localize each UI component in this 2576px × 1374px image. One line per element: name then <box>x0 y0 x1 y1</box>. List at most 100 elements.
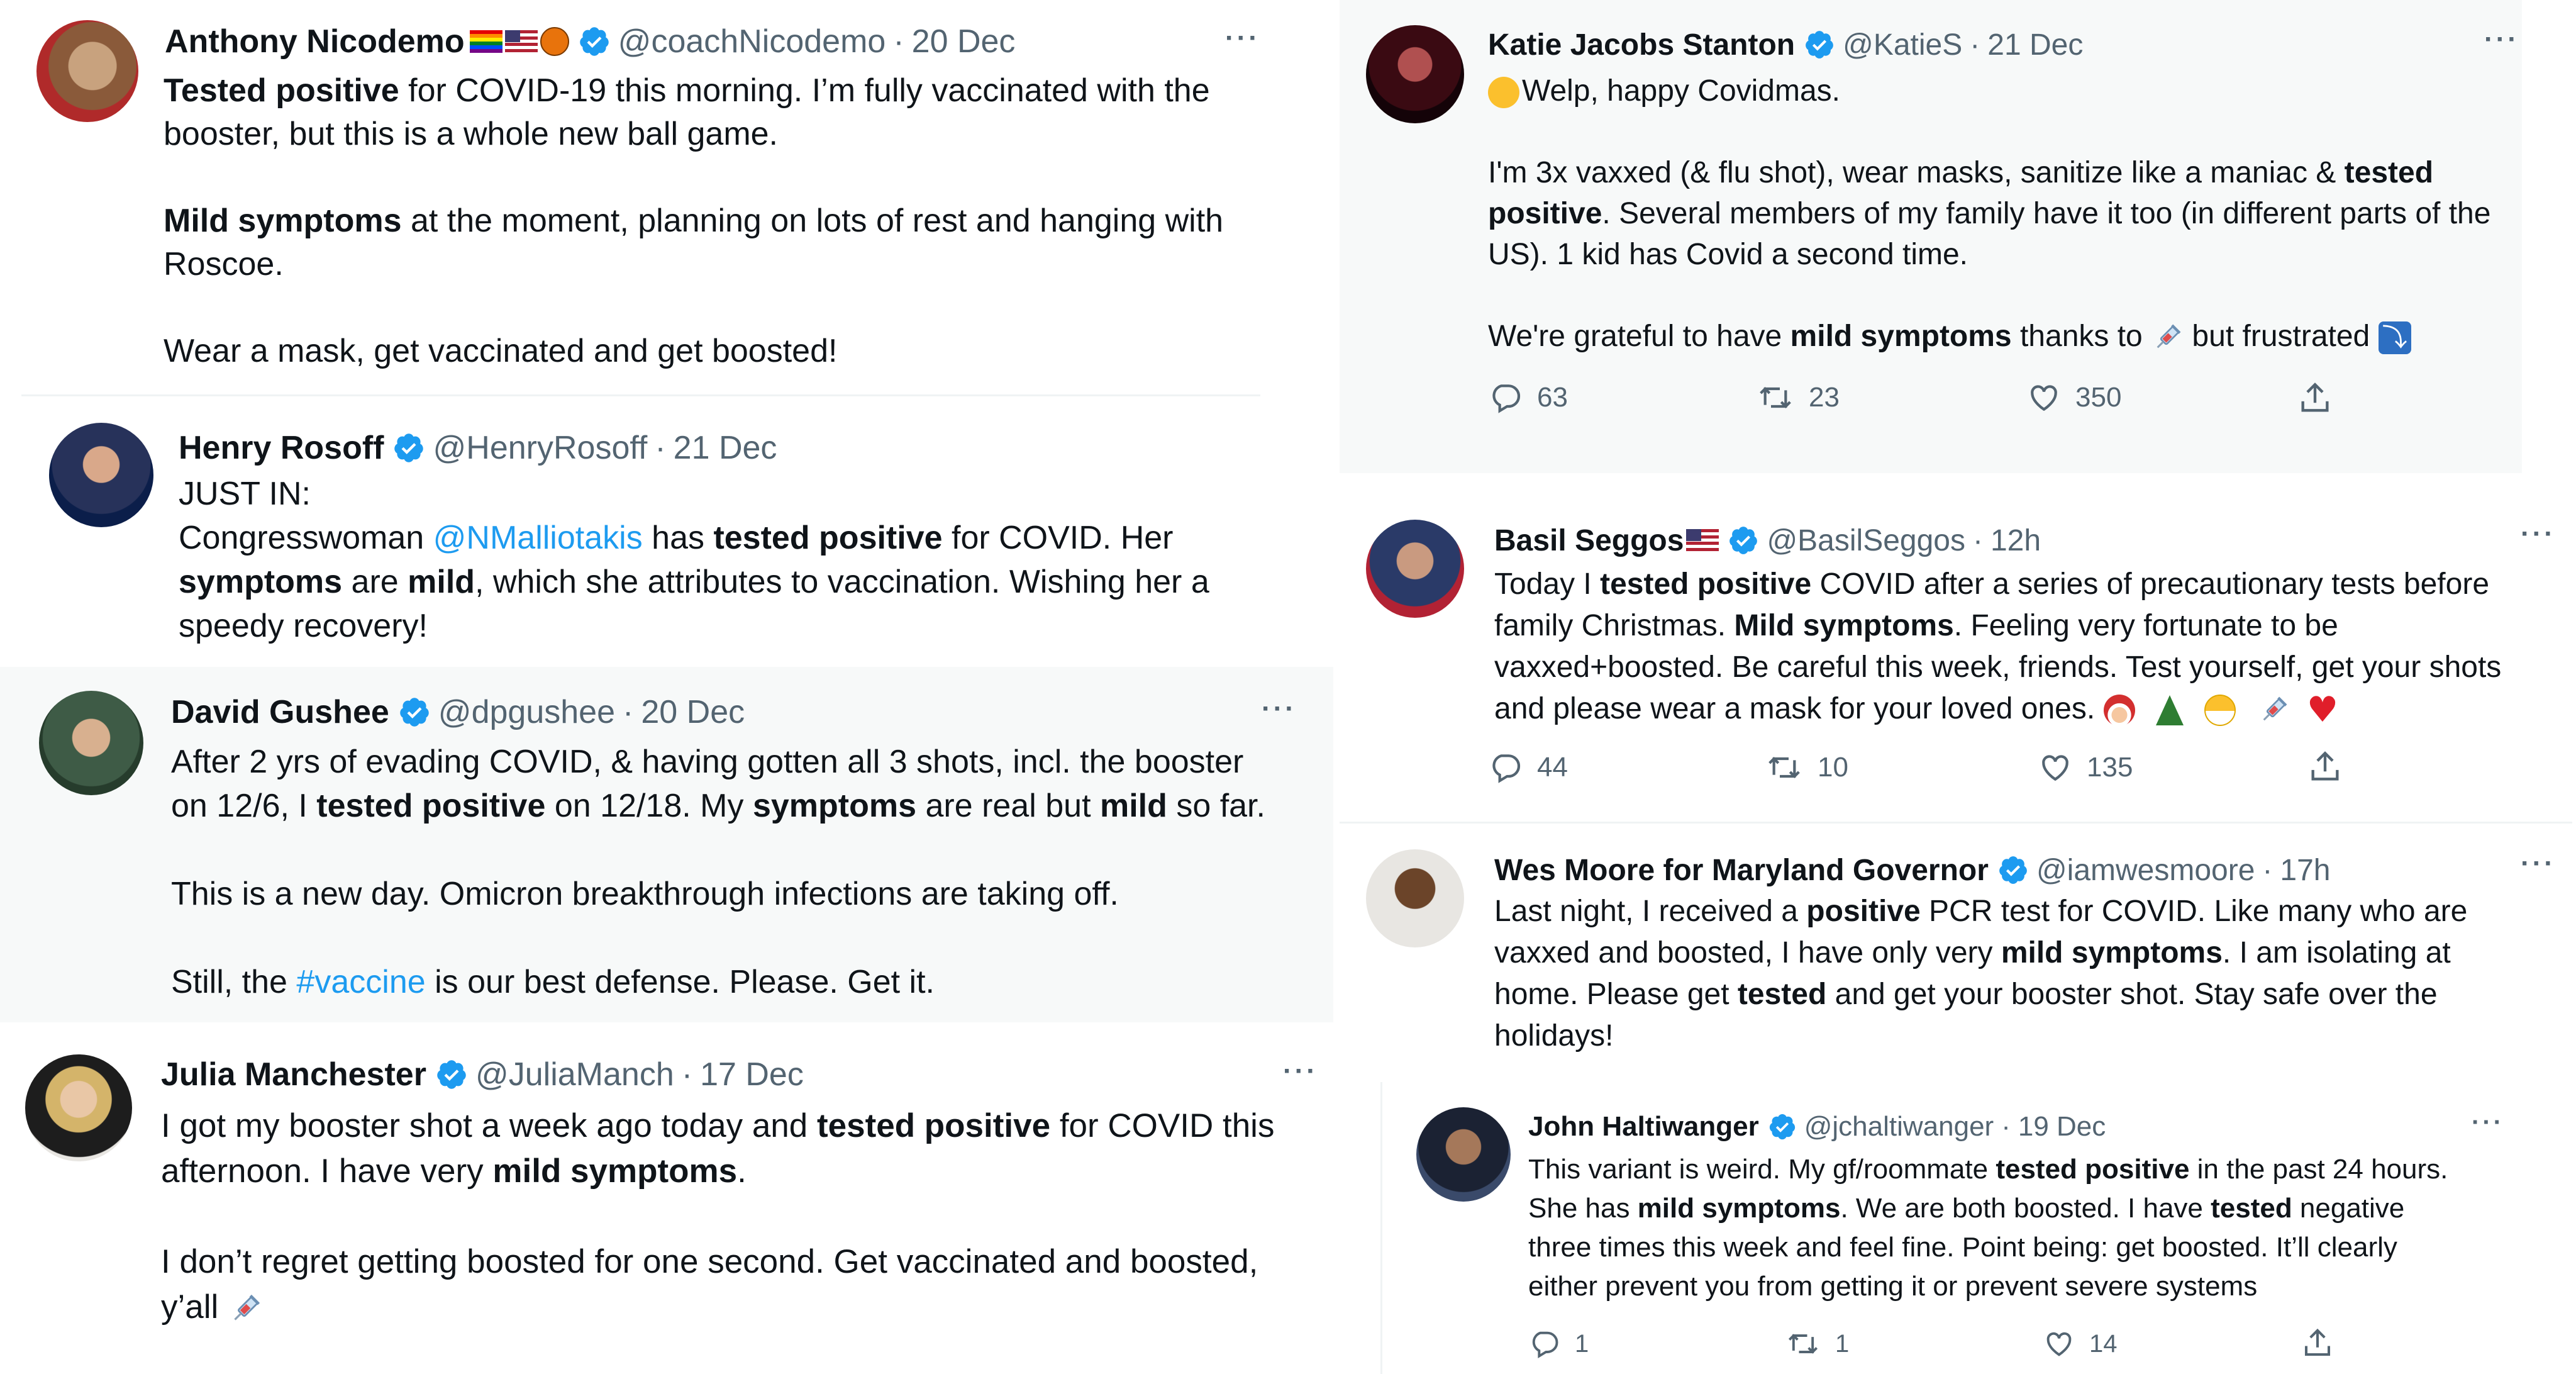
avatar-julia[interactable] <box>25 1054 132 1161</box>
more-options-button[interactable]: ··· <box>2484 24 2519 55</box>
flag-icon <box>1686 529 1719 552</box>
tweet-john[interactable]: John Haltiwanger @jchaltiwanger · 19 Dec… <box>1380 1082 2572 1374</box>
tweet-date[interactable]: 17 Dec <box>700 1056 804 1093</box>
author-name[interactable]: Henry Rosoff <box>179 429 384 467</box>
more-options-button[interactable]: ··· <box>2521 518 2556 550</box>
tweet-katie[interactable]: Katie Jacobs Stanton @KatieS · 21 Dec ··… <box>1340 0 2522 473</box>
more-options-button[interactable]: ··· <box>1225 23 1260 54</box>
share-button[interactable] <box>2301 1326 2334 1360</box>
tweet-anthony[interactable]: Anthony Nicodemo @coachNicodemo · 20 Dec… <box>0 0 1283 396</box>
avatar-anthony[interactable] <box>36 20 138 122</box>
author-handle[interactable]: @jchaltiwanger <box>1804 1111 1994 1142</box>
retweet-icon <box>1785 1327 1821 1360</box>
like-count: 350 <box>2075 382 2122 413</box>
author-handle[interactable]: @KatieS <box>1843 28 1962 62</box>
tweet-text: Welp, happy Covidmas. I'm 3x vaxxed (& f… <box>1488 70 2490 357</box>
retweet-count: 10 <box>1818 752 1848 783</box>
verified-badge-icon <box>1728 525 1759 556</box>
more-options-button[interactable]: ··· <box>1283 1056 1318 1087</box>
mask-face-icon <box>2204 695 2236 727</box>
reply-count: 63 <box>1537 382 1568 413</box>
like-icon <box>2026 380 2062 415</box>
like-icon <box>2043 1327 2075 1360</box>
author-handle[interactable]: @iamwesmoore <box>2036 853 2255 888</box>
tweet-julia[interactable]: Julia Manchester @JuliaManch · 17 Dec ··… <box>0 1027 1340 1374</box>
verified-badge-icon <box>435 1058 468 1091</box>
tweet-david[interactable]: David Gushee @dpgushee · 20 Dec ··· Afte… <box>0 667 1333 1022</box>
author-name[interactable]: Wes Moore for Maryland Governor <box>1494 853 1989 888</box>
flag-icon <box>504 30 538 53</box>
retweet-button[interactable]: 10 <box>1765 750 1848 785</box>
verified-badge-icon <box>1804 29 1835 60</box>
reply-count: 1 <box>1575 1329 1589 1358</box>
reply-button[interactable]: 63 <box>1488 380 1568 415</box>
more-options-button[interactable]: ··· <box>2472 1109 2504 1137</box>
like-count: 14 <box>2089 1329 2118 1358</box>
author-handle[interactable]: @JuliaManch <box>475 1056 674 1093</box>
tweet-wes[interactable]: Wes Moore for Maryland Governor @iamwesm… <box>1340 830 2572 1070</box>
author-name[interactable]: Julia Manchester <box>161 1056 426 1093</box>
more-options-button[interactable]: ··· <box>2521 848 2556 880</box>
tweet-text: Tested positive for COVID-19 this mornin… <box>164 72 1224 369</box>
tweet-date[interactable]: 19 Dec <box>2018 1111 2106 1142</box>
verified-badge-icon <box>392 432 425 464</box>
avatar-katie[interactable] <box>1366 25 1464 123</box>
share-button[interactable] <box>2307 749 2343 785</box>
retweet-button[interactable]: 1 <box>1785 1327 1849 1360</box>
tweet-basil[interactable]: Basil Seggos @BasilSeggos · 12h ··· Toda… <box>1340 497 2572 824</box>
christmas-tree-icon <box>2155 695 2184 726</box>
author-name[interactable]: Anthony Nicodemo <box>165 23 465 60</box>
tweet-date[interactable]: 20 Dec <box>641 693 745 731</box>
tweet-date[interactable]: 17h <box>2280 853 2330 888</box>
verified-badge-icon <box>1768 1112 1797 1141</box>
tweet-text: Today I tested positive COVID after a se… <box>1494 567 2502 731</box>
reply-button[interactable]: 1 <box>1528 1327 1589 1360</box>
share-icon <box>2307 749 2343 785</box>
syringe-icon <box>2257 694 2290 727</box>
retweet-icon <box>1756 380 1795 415</box>
tweet-date[interactable]: 12h <box>1990 523 2041 558</box>
author-handle[interactable]: @BasilSeggos <box>1767 523 1965 558</box>
author-handle[interactable]: @HenryRosoff <box>433 429 647 467</box>
tweet-henry[interactable]: Henry Rosoff @HenryRosoff · 21 Dec JUST … <box>0 398 1283 662</box>
retweet-count: 1 <box>1835 1329 1850 1358</box>
more-options-button[interactable]: ··· <box>1262 693 1297 725</box>
verified-badge-icon <box>1997 854 2029 886</box>
author-name[interactable]: Katie Jacobs Stanton <box>1488 28 1795 62</box>
retweet-icon <box>1765 750 1804 785</box>
share-icon <box>2301 1326 2334 1360</box>
basketball-icon <box>540 27 569 56</box>
reply-icon <box>1488 380 1523 415</box>
mention-link[interactable]: @NMalliotakis <box>433 520 643 556</box>
heart-icon: ♥ <box>2306 690 2339 731</box>
divider <box>21 394 1260 396</box>
author-name[interactable]: David Gushee <box>171 693 389 731</box>
tweet-text: After 2 yrs of evading COVID, & having g… <box>171 744 1265 1000</box>
share-button[interactable] <box>2297 380 2333 416</box>
tweet-date[interactable]: 20 Dec <box>912 23 1016 60</box>
author-handle[interactable]: @coachNicodemo <box>618 23 886 60</box>
reply-button[interactable]: 44 <box>1488 750 1568 785</box>
like-icon <box>2038 750 2073 785</box>
face-screaming-icon <box>1488 77 1519 109</box>
reply-icon <box>1528 1327 1561 1360</box>
avatar-david[interactable] <box>39 691 143 795</box>
like-button[interactable]: 135 <box>2038 750 2133 785</box>
retweet-button[interactable]: 23 <box>1756 380 1840 415</box>
verified-badge-icon <box>398 696 431 729</box>
like-button[interactable]: 350 <box>2026 380 2121 415</box>
syringe-icon <box>2151 321 2184 354</box>
author-name[interactable]: John Haltiwanger <box>1528 1111 1759 1142</box>
hashtag-link[interactable]: #vaccine <box>296 964 425 1000</box>
reply-icon <box>1488 750 1523 785</box>
tweet-text: JUST IN: Congresswoman @NMalliotakis has… <box>179 476 1209 644</box>
avatar-henry[interactable] <box>49 423 153 527</box>
author-name[interactable]: Basil Seggos <box>1494 523 1684 558</box>
like-button[interactable]: 14 <box>2043 1327 2118 1360</box>
tweet-date[interactable]: 21 Dec <box>674 429 777 467</box>
tweet-date[interactable]: 21 Dec <box>1987 28 2083 62</box>
author-handle[interactable]: @dpgushee <box>438 693 615 731</box>
avatar-basil[interactable] <box>1366 520 1464 618</box>
avatar-john[interactable] <box>1416 1107 1511 1202</box>
avatar-wes[interactable] <box>1366 849 1464 947</box>
